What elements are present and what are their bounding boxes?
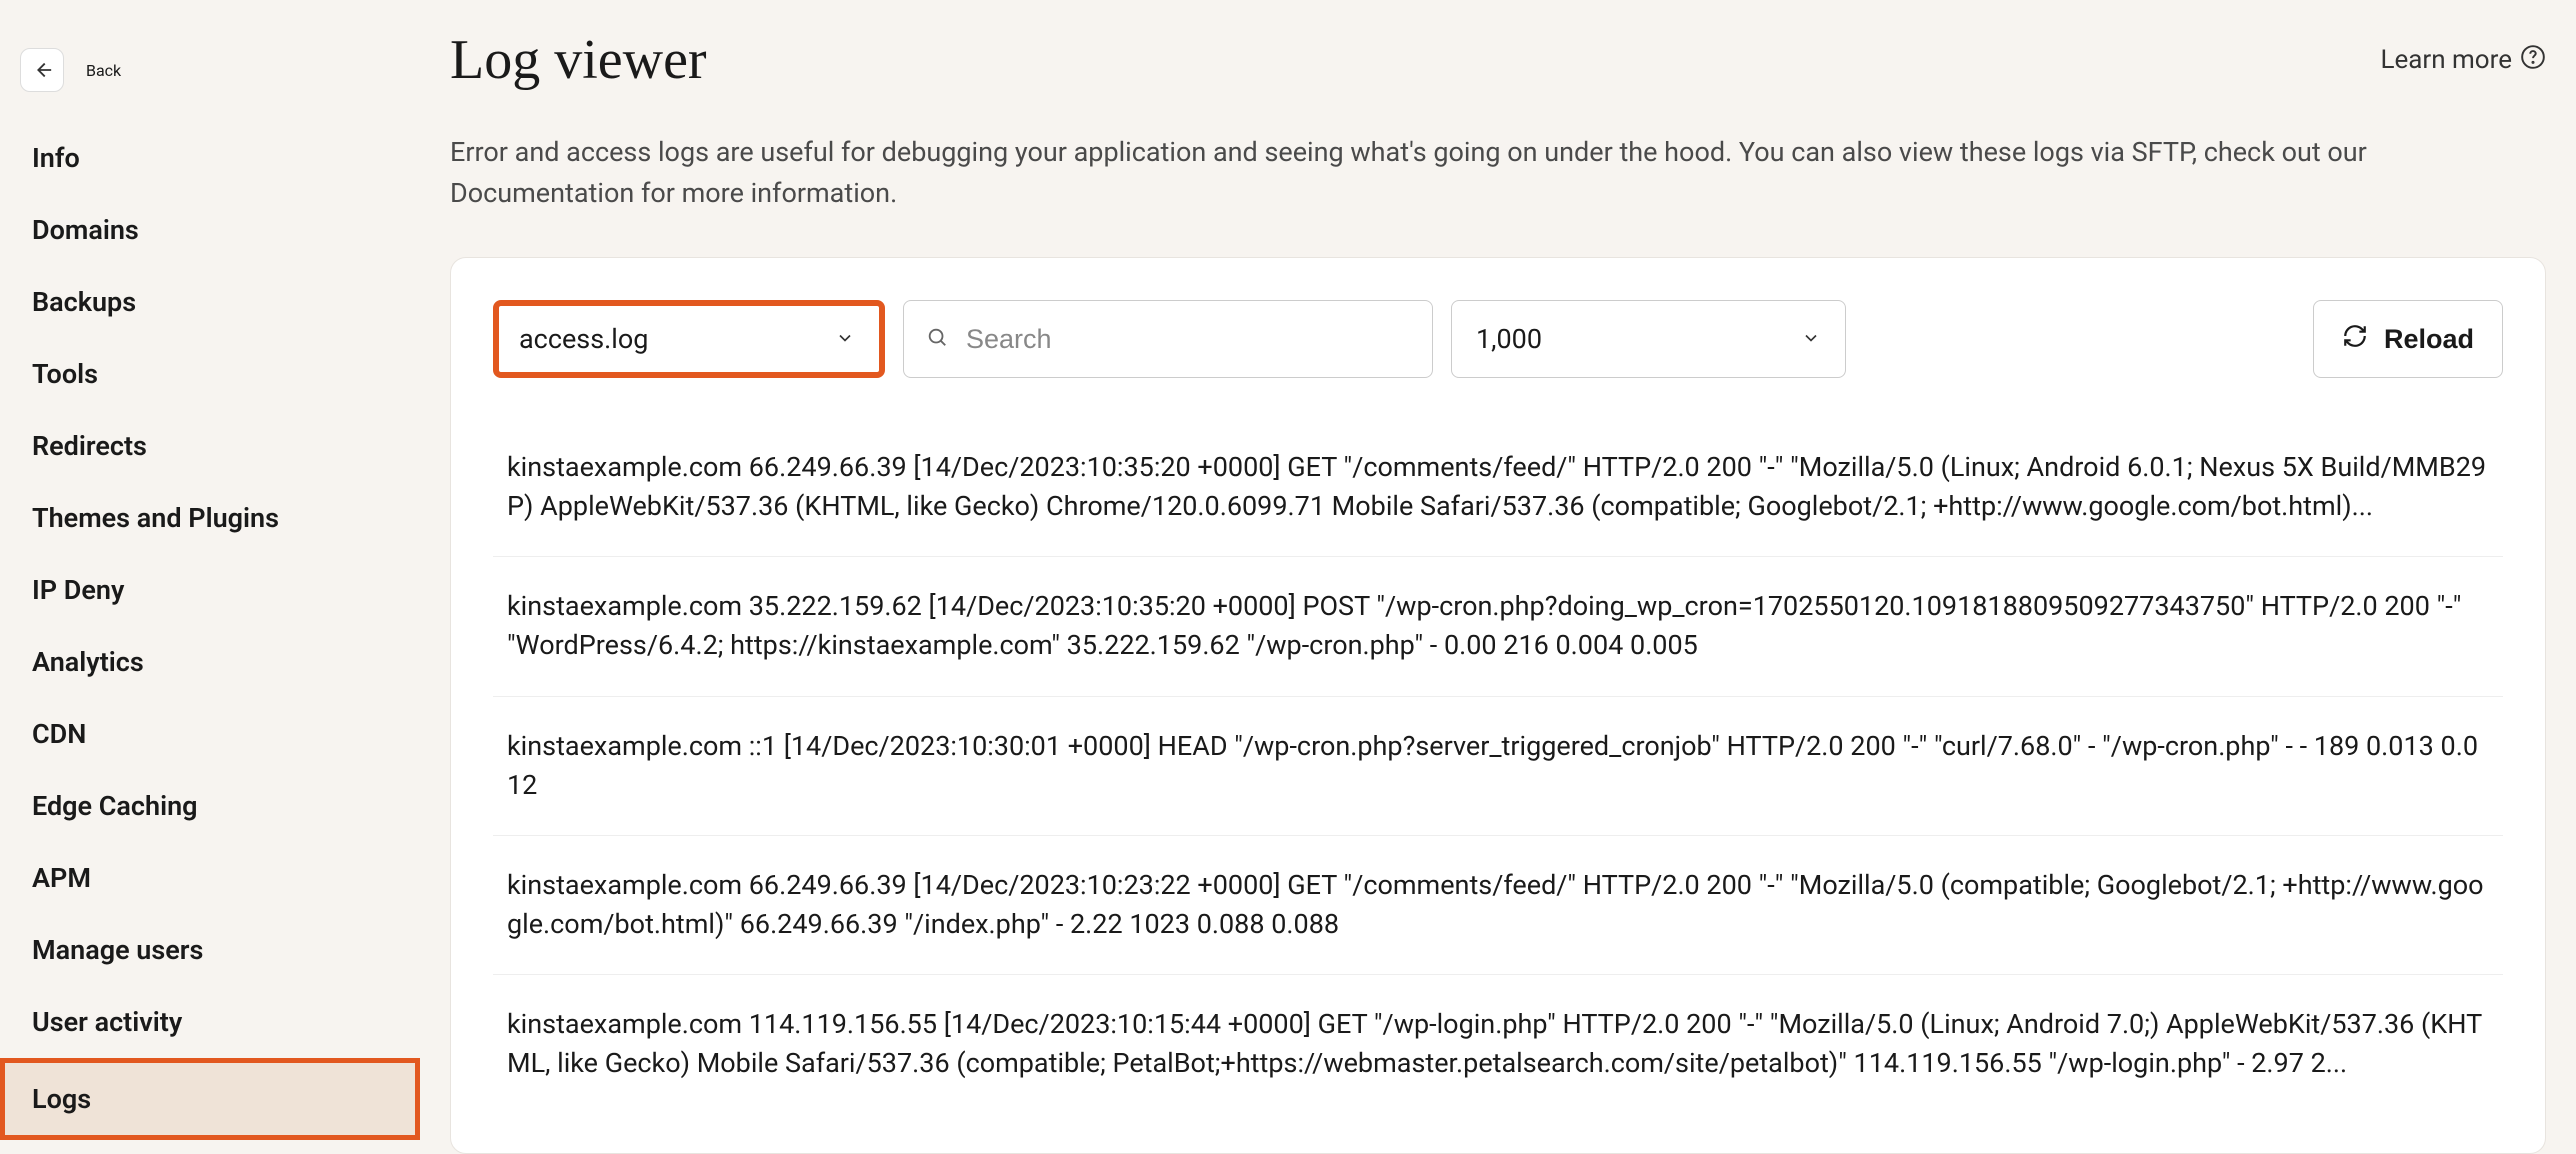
search-input[interactable] — [966, 324, 1410, 355]
back-label: Back — [86, 61, 121, 80]
nav-item-label: Edge Caching — [32, 790, 198, 822]
nav-item-label: APM — [32, 862, 91, 894]
nav-cdn[interactable]: CDN — [0, 698, 420, 770]
search-box[interactable] — [903, 300, 1433, 378]
main-content: Log viewer Learn more Error and access l… — [420, 0, 2576, 1154]
nav-ip-deny[interactable]: IP Deny — [0, 554, 420, 626]
help-icon — [2520, 44, 2546, 77]
reload-label: Reload — [2384, 324, 2474, 355]
nav-item-label: Manage users — [32, 934, 203, 966]
nav-item-label: Logs — [32, 1083, 91, 1115]
reload-button[interactable]: Reload — [2313, 300, 2503, 378]
nav-backups[interactable]: Backups — [0, 266, 420, 338]
log-card: access.log 1,000 — [450, 257, 2546, 1154]
line-count-value: 1,000 — [1476, 323, 1542, 355]
nav-item-label: Tools — [32, 358, 98, 390]
nav-redirects[interactable]: Redirects — [0, 410, 420, 482]
log-entry[interactable]: kinstaexample.com 66.249.66.39 [14/Dec/2… — [493, 836, 2503, 975]
nav-manage-users[interactable]: Manage users — [0, 914, 420, 986]
sidebar: Back Info Domains Backups Tools Redirects The… — [0, 0, 420, 1154]
nav-analytics[interactable]: Analytics — [0, 626, 420, 698]
back-button[interactable]: Back — [0, 30, 420, 122]
nav-edge-caching[interactable]: Edge Caching — [0, 770, 420, 842]
nav-apm[interactable]: APM — [0, 842, 420, 914]
search-icon — [926, 323, 948, 355]
log-entry[interactable]: kinstaexample.com 35.222.159.62 [14/Dec/… — [493, 557, 2503, 696]
log-list: kinstaexample.com 66.249.66.39 [14/Dec/2… — [493, 418, 2503, 1113]
nav-item-label: Backups — [32, 286, 136, 318]
nav-item-label: IP Deny — [32, 574, 124, 606]
nav-item-label: Domains — [32, 214, 139, 246]
reload-icon — [2342, 323, 2368, 356]
chevron-down-icon — [1801, 323, 1821, 355]
arrow-left-icon — [20, 48, 64, 92]
nav-item-label: User activity — [32, 1006, 182, 1038]
sidebar-nav: Info Domains Backups Tools Redirects Themes a… — [0, 122, 420, 1140]
nav-item-label: Analytics — [32, 646, 144, 678]
chevron-down-icon — [835, 323, 855, 355]
log-file-select[interactable]: access.log — [493, 300, 885, 378]
log-entry[interactable]: kinstaexample.com 66.249.66.39 [14/Dec/2… — [493, 418, 2503, 557]
nav-item-label: Themes and Plugins — [32, 502, 279, 534]
nav-item-label: CDN — [32, 718, 86, 750]
nav-tools[interactable]: Tools — [0, 338, 420, 410]
nav-logs[interactable]: Logs — [0, 1058, 420, 1140]
nav-item-label: Info — [32, 142, 80, 174]
log-file-value: access.log — [519, 323, 648, 355]
nav-user-activity[interactable]: User activity — [0, 986, 420, 1058]
nav-item-label: Redirects — [32, 430, 147, 462]
page-title: Log viewer — [450, 28, 707, 92]
learn-more-link[interactable]: Learn more — [2380, 44, 2546, 77]
nav-info[interactable]: Info — [0, 122, 420, 194]
nav-domains[interactable]: Domains — [0, 194, 420, 266]
learn-more-label: Learn more — [2380, 45, 2512, 75]
line-count-select[interactable]: 1,000 — [1451, 300, 1846, 378]
log-controls: access.log 1,000 — [493, 300, 2503, 378]
page-description: Error and access logs are useful for deb… — [450, 132, 2540, 213]
log-entry[interactable]: kinstaexample.com ::1 [14/Dec/2023:10:30… — [493, 697, 2503, 836]
log-entry[interactable]: kinstaexample.com 114.119.156.55 [14/Dec… — [493, 975, 2503, 1113]
nav-themes-plugins[interactable]: Themes and Plugins — [0, 482, 420, 554]
